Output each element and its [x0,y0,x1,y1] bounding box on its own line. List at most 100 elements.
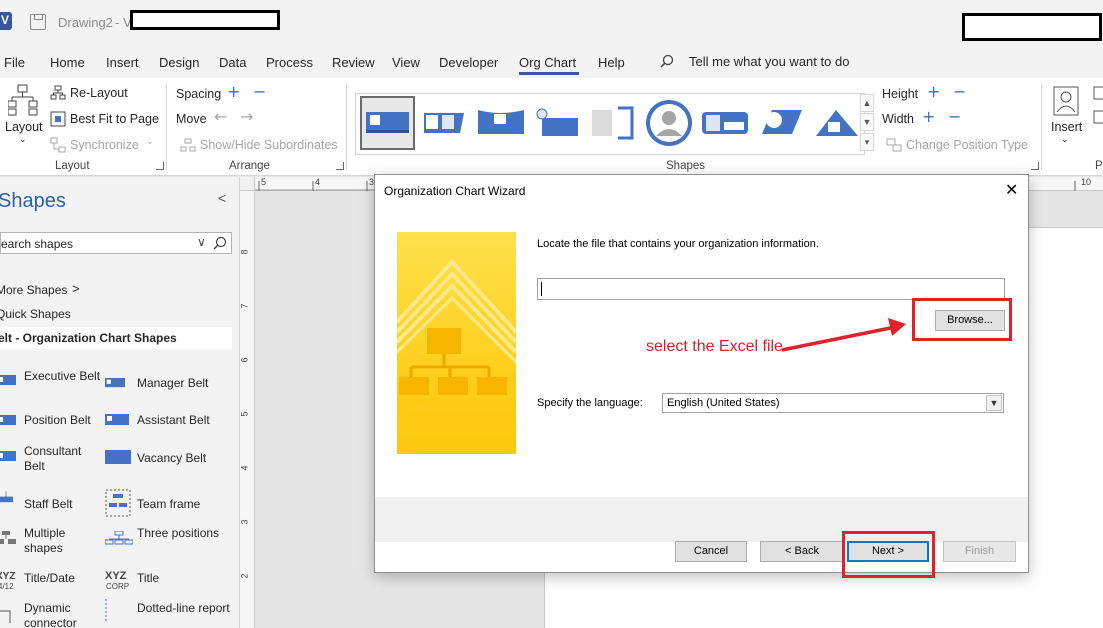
stencil-executive-belt[interactable]: Executive Belt [0,369,100,403]
stencil-multiple-shapes[interactable]: Multiple shapes [0,526,100,560]
consultant-belt-icon [0,451,16,461]
shapes-launcher-icon[interactable] [1031,162,1039,170]
picture-group-label: Pi [1095,160,1103,172]
ruler-corner [240,177,255,191]
stencil-position-belt[interactable]: Position Belt [0,413,100,447]
best-fit-button[interactable]: Best Fit to Page [70,112,159,126]
height-increase-icon[interactable]: + [927,82,940,101]
synchronize-button[interactable]: Synchronize [70,138,139,152]
picture-icon[interactable] [1093,86,1103,100]
finish-button[interactable]: Finish [943,541,1016,562]
menu-view[interactable]: View [392,55,420,70]
chevron-down-icon[interactable]: ▼ [986,395,1002,411]
stencil-vacancy-belt[interactable]: Vacancy Belt [105,450,235,485]
staff-belt-icon [0,491,13,503]
stencil-manager-belt[interactable]: Manager Belt [105,376,235,410]
menu-design[interactable]: Design [159,55,199,70]
menu-home[interactable]: Home [50,55,85,70]
insert-button[interactable]: Insert [1051,120,1082,134]
menu-process[interactable]: Process [266,55,313,70]
gallery-style-9[interactable] [812,98,862,148]
dialog-title: Organization Chart Wizard [384,184,526,198]
file-path-input[interactable] [537,278,1005,300]
stencil-dynamic-connector[interactable]: Dynamic connector [0,601,100,628]
active-stencil-header[interactable]: elt - Organization Chart Shapes [0,327,232,349]
stencil-three-positions[interactable]: Three positions [105,526,235,560]
gallery-style-3[interactable] [476,98,526,148]
stencil-dotted-line-report[interactable]: Dotted-line report [105,599,235,628]
position-belt-icon [0,415,16,425]
synchronize-icon [50,137,66,153]
layout-launcher-icon[interactable] [156,162,164,170]
gallery-belt-style[interactable] [360,96,415,150]
ruler-label: 2 [239,573,250,579]
more-shapes-link[interactable]: More Shapes [0,283,67,297]
gallery-more-icon[interactable]: ▾ [860,133,874,151]
collapse-pane-icon[interactable]: < [218,190,226,206]
layout-dropdown-chevron-icon[interactable]: ⌄ [19,134,27,145]
move-right-icon[interactable]: → [240,107,253,126]
stencil-consultant-belt[interactable]: Consultant Belt [0,444,100,478]
stencil-assistant-belt[interactable]: Assistant Belt [105,413,235,447]
arrange-launcher-icon[interactable] [336,162,344,170]
search-dropdown-chevron-icon[interactable]: ∨ [197,235,206,249]
ruler-label: 4 [239,465,250,471]
insert-chevron-icon[interactable]: ⌄ [1061,134,1069,145]
menu-data[interactable]: Data [219,55,246,70]
menu-insert[interactable]: Insert [106,55,139,70]
title-icon: XYZCORP [105,570,129,591]
layout-icon[interactable] [8,84,38,116]
synchronize-chevron-icon[interactable]: ⌄ [146,136,154,147]
save-icon[interactable] [30,14,46,30]
gallery-style-2[interactable] [420,98,470,148]
show-hide-subordinates-button[interactable]: Show/Hide Subordinates [200,138,338,152]
gallery-style-4[interactable] [532,98,582,148]
document-title: Drawing2 [58,15,113,30]
annotation-arrow [781,318,906,352]
ruler-label: 5 [261,177,267,187]
gallery-style-8[interactable] [756,98,806,148]
insert-picture-icon[interactable] [1053,86,1079,116]
menu-developer[interactable]: Developer [439,55,498,70]
multiple-shapes-icon [0,531,16,544]
stencil-title[interactable]: XYZ CORP Title [105,570,235,605]
layout-button[interactable]: Layout [5,120,43,134]
spacing-increase-icon[interactable]: + [227,82,240,101]
search-icon[interactable] [213,236,227,250]
vacancy-belt-icon [105,450,131,464]
move-left-icon[interactable]: ← [214,107,227,126]
width-increase-icon[interactable]: + [922,107,935,126]
change-position-type-button[interactable]: Change Position Type [906,138,1028,152]
width-label: Width [882,112,914,126]
more-shapes-chevron-icon[interactable]: > [72,281,80,296]
gallery-style-5[interactable] [588,98,638,148]
search-shapes-input[interactable]: earch shapes ∨ [0,232,232,254]
cancel-button[interactable]: Cancel [675,541,747,562]
close-icon[interactable]: ✕ [1005,180,1018,199]
width-decrease-icon[interactable]: − [948,107,961,126]
spacing-decrease-icon[interactable]: − [253,82,266,101]
picture-icon[interactable] [1093,110,1103,124]
menu-review[interactable]: Review [332,55,375,70]
height-decrease-icon[interactable]: − [953,82,966,101]
tell-me-box[interactable]: Tell me what you want to do [689,54,849,69]
ruler-label: 8 [239,249,250,255]
quick-shapes-link[interactable]: Quick Shapes [0,307,71,321]
relayout-button[interactable]: Re-Layout [70,86,128,100]
search-icon[interactable] [660,54,674,68]
language-select[interactable]: English (United States) ▼ [662,393,1004,413]
gallery-scroll-down-icon[interactable]: ▼ [860,113,874,131]
best-fit-icon [50,111,66,127]
menu-help[interactable]: Help [598,55,625,70]
back-button[interactable]: < Back [760,541,844,562]
gallery-style-6[interactable] [644,98,694,148]
active-stencil-label: elt - Organization Chart Shapes [0,331,177,345]
dialog-title-bar[interactable]: Organization Chart Wizard ✕ [375,175,1028,205]
menu-org-chart[interactable]: Org Chart [519,55,576,70]
redacted-account-box [962,13,1102,41]
manager-belt-icon [105,378,125,388]
gallery-scroll-up-icon[interactable]: ▲ [860,94,874,112]
gallery-style-7[interactable] [700,98,750,148]
menu-file[interactable]: File [4,55,25,70]
language-selected-value: English (United States) [667,397,780,409]
